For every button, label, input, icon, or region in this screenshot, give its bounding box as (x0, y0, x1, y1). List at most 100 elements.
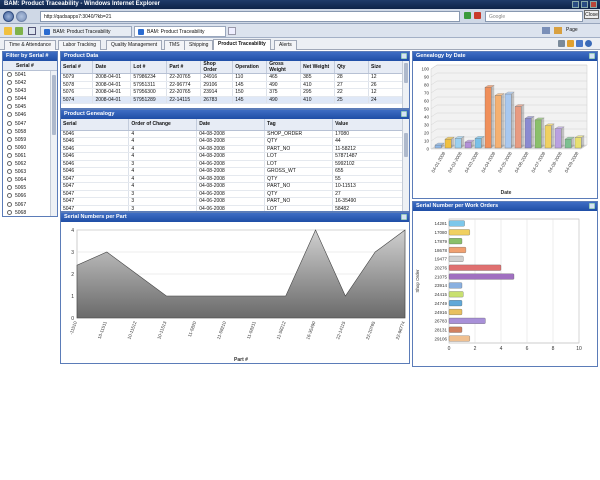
radio-button[interactable] (7, 201, 12, 207)
table-row[interactable]: 5046 4 04-08-2008 LOT 57871487 (61, 152, 403, 161)
tab-product-traceability[interactable]: Product Traceability (213, 39, 271, 50)
filter-item[interactable]: 5063 (3, 168, 57, 176)
radio-button[interactable] (7, 144, 12, 150)
forward-icon[interactable] (16, 11, 27, 22)
filter-item[interactable]: 5046 (3, 111, 57, 119)
stop-icon[interactable] (474, 12, 481, 19)
filter-item[interactable]: 5067 (3, 201, 57, 209)
table-row[interactable]: 5076 2008-04-01 57956300 22-20765 23914 150 37… (61, 88, 403, 97)
filter-item[interactable]: 5062 (3, 160, 57, 168)
radio-button[interactable] (7, 152, 12, 158)
table-row[interactable]: 5074 2008-04-01 57951289 22-14115 26783 145 49… (61, 96, 403, 104)
filter-scroll-thumb[interactable] (52, 75, 56, 135)
table-row[interactable]: 5046 4 04-08-2008 SHOP_ORDER 17080 (61, 130, 403, 138)
radio-button[interactable] (7, 128, 12, 134)
browser-tab-2[interactable]: BAM: Product Traceability (134, 26, 226, 37)
minimize-icon[interactable] (572, 1, 579, 8)
radio-button[interactable] (7, 193, 12, 199)
product-genealogy-scroll-thumb[interactable] (404, 133, 408, 157)
tab-tms[interactable]: TMS (164, 40, 185, 50)
panel-options-icon[interactable] (401, 111, 407, 117)
table-row[interactable]: 5046 4 04-08-2008 GROSS_WT 655 (61, 167, 403, 176)
rss-icon[interactable] (554, 27, 562, 34)
column-header: Serial (61, 119, 130, 131)
table-row[interactable]: 5047 3 04-06-2008 QTY 27 (61, 190, 403, 198)
filter-item[interactable]: 5047 (3, 120, 57, 128)
close-window-icon[interactable] (590, 1, 597, 8)
filter-item[interactable]: 5065 (3, 184, 57, 192)
help-icon[interactable] (585, 40, 592, 47)
browser-tab-1[interactable]: BAM: Product Traceability (40, 26, 132, 37)
table-row[interactable]: 5078 2008-04-01 57951311 22-96774 29106 145 49… (61, 81, 403, 89)
refresh-icon[interactable] (464, 12, 471, 19)
maximize-icon[interactable] (581, 1, 588, 8)
radio-button[interactable] (7, 104, 12, 110)
table-cell: 16-35490 (332, 197, 403, 206)
filter-item[interactable]: 5064 (3, 176, 57, 184)
filter-item[interactable]: 5058 (3, 128, 57, 136)
url-input[interactable]: http://qadsapps7:3040/?kb=21 (40, 11, 460, 22)
filter-item[interactable]: 5041 (3, 71, 57, 79)
filter-item[interactable]: 5060 (3, 144, 57, 152)
back-icon[interactable] (3, 11, 14, 22)
y-tick-label: 4 (71, 228, 74, 234)
filter-item[interactable]: 5042 (3, 79, 57, 87)
radio-button[interactable] (7, 161, 12, 167)
filter-item-label: 5066 (15, 193, 27, 200)
tab-list-icon[interactable] (28, 27, 36, 35)
radio-button[interactable] (7, 72, 12, 77)
product-data-scrollbar[interactable] (402, 61, 409, 108)
filter-item[interactable]: 5043 (3, 87, 57, 95)
filter-item[interactable]: 5066 (3, 192, 57, 200)
table-row[interactable]: 5047 3 04-06-2008 LOT 58482 (61, 205, 403, 211)
filter-item[interactable]: 5068 (3, 209, 57, 216)
tab-shipping[interactable]: Shipping (184, 40, 214, 50)
filter-item[interactable]: 5044 (3, 95, 57, 103)
table-row[interactable]: 5046 4 04-08-2008 QTY 44 (61, 137, 403, 146)
panel-options-icon[interactable] (401, 214, 407, 220)
close-button[interactable]: Close (584, 10, 599, 19)
radio-button[interactable] (7, 209, 12, 215)
radio-button[interactable] (7, 136, 12, 142)
table-row[interactable]: 5079 2008-04-01 57986234 22-20765 24916 110 46… (61, 73, 403, 82)
table-row[interactable]: 5047 4 04-08-2008 QTY 55 (61, 175, 403, 183)
filter-item[interactable]: 5061 (3, 152, 57, 160)
radio-button[interactable] (7, 80, 12, 86)
table-row[interactable]: 5046 4 04-08-2008 PART_NO 11-58212 (61, 145, 403, 153)
radio-button[interactable] (7, 96, 12, 102)
export-icon[interactable] (567, 40, 574, 47)
table-cell: 410 (300, 96, 336, 104)
radio-button[interactable] (7, 185, 12, 191)
panel-options-icon[interactable] (589, 203, 595, 209)
table-row[interactable]: 5047 4 04-08-2008 PART_NO 10-11513 (61, 182, 403, 191)
radio-button[interactable] (7, 177, 12, 183)
product-data-scroll-thumb[interactable] (404, 63, 408, 83)
page-menu[interactable]: Page (566, 27, 578, 33)
x-tick-label: 11-58211 (246, 320, 257, 339)
print-icon[interactable] (558, 40, 565, 47)
tab-labor-tracking[interactable]: Labor Tracking (58, 40, 102, 50)
favorites-star-icon[interactable] (4, 27, 12, 35)
x-axis-label: Date (501, 190, 512, 196)
table-row[interactable]: 5046 3 04-06-2008 LOT 5992102 (61, 160, 403, 168)
search-input[interactable]: Google (485, 11, 583, 22)
radio-button[interactable] (7, 88, 12, 94)
filter-item[interactable]: 5059 (3, 136, 57, 144)
radio-button[interactable] (7, 112, 12, 118)
tab-quality-management[interactable]: Quality Management (106, 40, 163, 50)
radio-button[interactable] (7, 169, 12, 175)
radio-button[interactable] (7, 120, 12, 126)
add-favorites-icon[interactable] (15, 27, 23, 35)
tab-time-attendance[interactable]: Time & Attendance (4, 40, 57, 50)
filter-scrollbar[interactable] (50, 71, 57, 216)
new-tab-icon[interactable] (228, 27, 236, 35)
panel-options-icon[interactable] (589, 53, 595, 59)
panel-options-icon[interactable] (401, 53, 407, 59)
product-genealogy-scrollbar[interactable] (402, 119, 409, 211)
home-icon[interactable] (542, 27, 550, 34)
filter-item[interactable]: 5045 (3, 103, 57, 111)
x-tick-label: 22-14115 (335, 320, 346, 340)
table-row[interactable]: 5047 3 04-06-2008 PART_NO 16-35490 (61, 197, 403, 206)
tab-alerts[interactable]: Alerts (274, 40, 297, 50)
settings-icon[interactable] (576, 40, 583, 47)
